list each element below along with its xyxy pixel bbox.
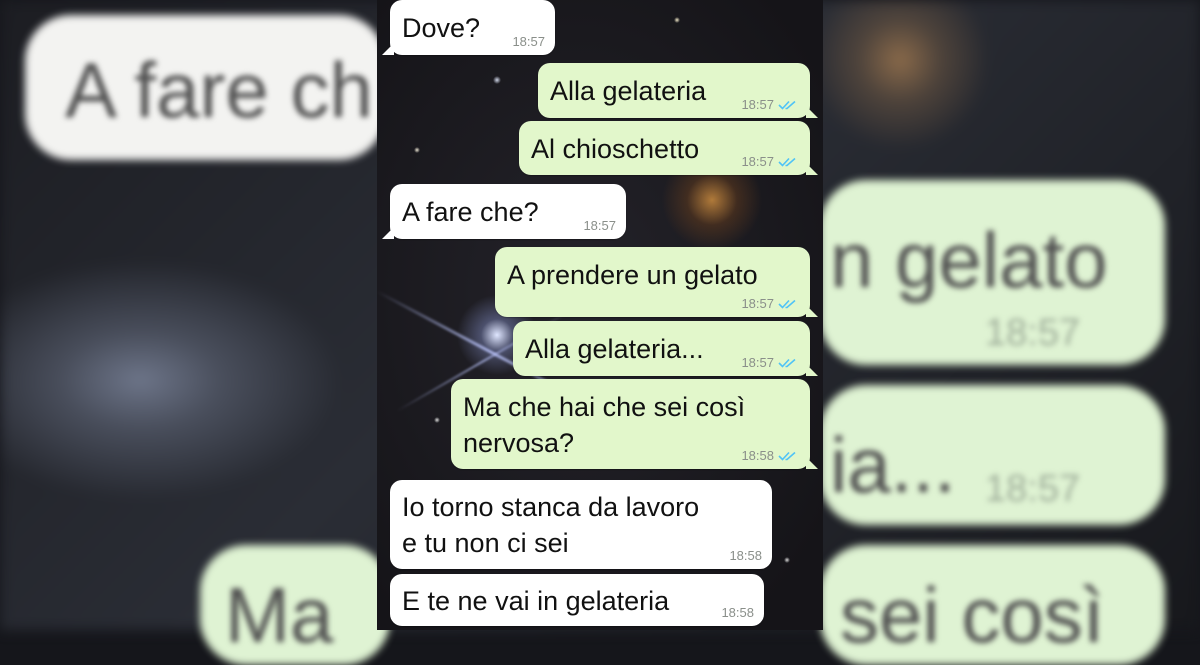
message-incoming[interactable]: A fare che? 18:57 bbox=[382, 184, 626, 239]
bg-left-bubble-text: A fare ch bbox=[65, 46, 373, 134]
message-time: 18:58 bbox=[721, 605, 754, 620]
bg-left-bottom-text: Ma bbox=[225, 571, 334, 659]
message-time: 18:58 bbox=[741, 448, 774, 463]
bg-right-bubble-2-time: 18:57 bbox=[985, 468, 1081, 510]
message-outgoing[interactable]: A prendere un gelato 18:57 bbox=[495, 247, 818, 317]
message-meta: 18:58 bbox=[721, 606, 754, 620]
message-text: E te ne vai in gelateria bbox=[402, 586, 670, 616]
double-check-icon bbox=[778, 100, 796, 110]
message-text: Io torno stanca da lavoro e tu non ci se… bbox=[402, 492, 700, 558]
double-check-icon bbox=[778, 299, 796, 309]
message-meta: 18:57 bbox=[512, 35, 545, 49]
message-meta: 18:57 bbox=[741, 98, 800, 112]
bg-right-bubble-1-time: 18:57 bbox=[985, 312, 1081, 354]
message-incoming[interactable]: Io torno stanca da lavoro e tu non ci se… bbox=[390, 480, 772, 569]
double-check-icon bbox=[778, 157, 796, 167]
message-outgoing[interactable]: Al chioschetto 18:57 bbox=[519, 121, 818, 175]
message-text: A fare che? bbox=[402, 197, 539, 227]
message-meta: 18:57 bbox=[583, 219, 616, 233]
chat-screenshot: Dove? 18:57 Alla gelateria 18:57 Al chio… bbox=[377, 0, 823, 630]
bg-right-bubble-1-text: n gelato bbox=[830, 216, 1108, 304]
bg-right-bubble-3-text: sei così bbox=[840, 571, 1105, 659]
message-time: 18:57 bbox=[741, 355, 774, 370]
bg-right-bubble-2-text: ia... bbox=[830, 421, 956, 509]
message-outgoing[interactable]: Alla gelateria... 18:57 bbox=[513, 321, 818, 376]
message-time: 18:58 bbox=[729, 548, 762, 563]
message-meta: 18:58 bbox=[741, 449, 800, 463]
message-time: 18:57 bbox=[512, 34, 545, 49]
double-check-icon bbox=[778, 451, 796, 461]
message-time: 18:57 bbox=[741, 296, 774, 311]
message-incoming[interactable]: E te ne vai in gelateria 18:58 bbox=[390, 574, 764, 626]
message-meta: 18:57 bbox=[741, 155, 800, 169]
message-text: A prendere un gelato bbox=[507, 260, 758, 290]
message-time: 18:57 bbox=[741, 154, 774, 169]
message-incoming[interactable]: Dove? 18:57 bbox=[382, 0, 555, 55]
message-meta: 18:57 bbox=[741, 356, 800, 370]
message-outgoing[interactable]: Alla gelateria 18:57 bbox=[538, 63, 818, 118]
double-check-icon bbox=[778, 358, 796, 368]
message-meta: 18:58 bbox=[729, 549, 762, 563]
message-time: 18:57 bbox=[741, 97, 774, 112]
message-outgoing[interactable]: Ma che hai che sei così nervosa? 18:58 bbox=[451, 379, 818, 469]
message-meta: 18:57 bbox=[741, 297, 800, 311]
message-time: 18:57 bbox=[583, 218, 616, 233]
